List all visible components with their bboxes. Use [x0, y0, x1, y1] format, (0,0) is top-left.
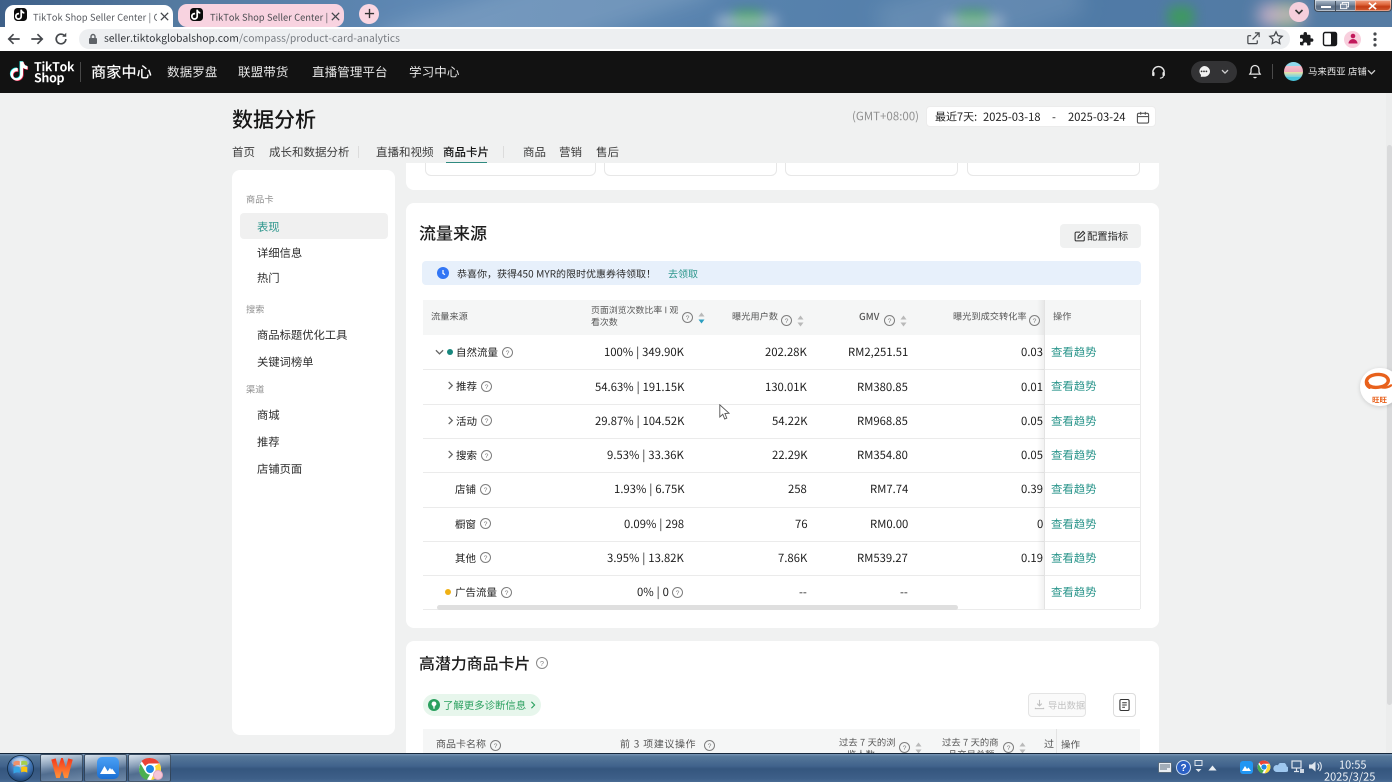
svg-text:?: ? [1033, 318, 1037, 325]
svg-text:?: ? [888, 318, 892, 325]
svg-text:?: ? [1007, 745, 1011, 752]
svg-text:?: ? [485, 384, 489, 391]
svg-text:?: ? [903, 745, 907, 752]
svg-text:?: ? [676, 590, 680, 597]
svg-text:?: ? [485, 453, 489, 460]
svg-text:?: ? [484, 521, 488, 528]
svg-text:?: ? [1180, 763, 1186, 774]
svg-text:?: ? [708, 743, 712, 750]
svg-text:?: ? [785, 318, 789, 325]
svg-text:?: ? [686, 315, 690, 322]
svg-text:?: ? [506, 350, 510, 357]
svg-text:?: ? [484, 487, 488, 494]
svg-text:?: ? [485, 418, 489, 425]
svg-text:?: ? [540, 659, 544, 668]
svg-text:?: ? [484, 556, 488, 563]
svg-text:?: ? [494, 743, 498, 750]
svg-text:?: ? [505, 590, 509, 597]
